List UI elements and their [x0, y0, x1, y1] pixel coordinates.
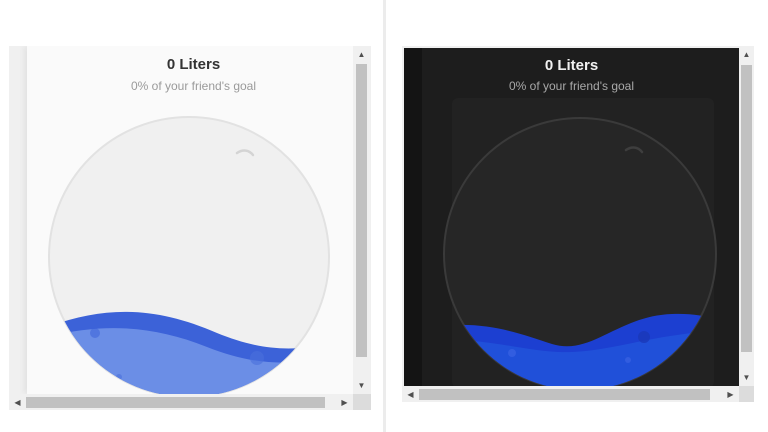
scroll-right-arrow-icon[interactable]: ▶ [722, 386, 739, 402]
water-bubble [250, 351, 264, 365]
dark-theme-frame: 0 Liters 0% of your friend's goal ▲ ▼ ◀ … [402, 46, 754, 402]
horizontal-scrollbar[interactable]: ◀ ▶ [9, 394, 353, 410]
water-bubble [90, 328, 100, 338]
scroll-down-arrow-icon[interactable]: ▼ [353, 377, 370, 394]
scrollbar-corner [353, 394, 371, 410]
light-content-area: 0 Liters 0% of your friend's goal [27, 46, 360, 394]
vertical-scrollbar[interactable]: ▲ ▼ [739, 46, 754, 386]
vertical-scroll-thumb[interactable] [741, 65, 752, 352]
water-bubble [508, 349, 516, 357]
liters-amount: 0 Liters [544, 57, 599, 74]
scroll-up-arrow-icon[interactable]: ▲ [738, 46, 754, 63]
light-theme-frame: 0 Liters 0% of your friend's goal ▲ ▼ ◀ … [9, 46, 371, 410]
water-bowl [443, 117, 717, 386]
water-bowl [48, 116, 330, 394]
dark-content-area: 0 Liters 0% of your friend's goal [404, 48, 739, 386]
water-bubble [625, 357, 631, 363]
horizontal-scroll-thumb[interactable] [26, 397, 325, 408]
liters-amount: 0 Liters [166, 56, 221, 73]
scrollbar-corner [739, 386, 754, 402]
vertical-scroll-thumb[interactable] [356, 64, 367, 357]
scroll-down-arrow-icon[interactable]: ▼ [738, 369, 754, 386]
horizontal-scrollbar[interactable]: ◀ ▶ [402, 386, 739, 402]
scroll-left-arrow-icon[interactable]: ◀ [402, 386, 419, 402]
scroll-right-arrow-icon[interactable]: ▶ [336, 394, 353, 410]
split-divider [383, 0, 386, 432]
water-bubble [638, 331, 650, 343]
horizontal-scroll-thumb[interactable] [419, 389, 710, 400]
scroll-up-arrow-icon[interactable]: ▲ [353, 46, 370, 63]
vertical-scrollbar[interactable]: ▲ ▼ [353, 46, 371, 394]
scroll-left-arrow-icon[interactable]: ◀ [9, 394, 26, 410]
goal-progress-text: 0% of your friend's goal [130, 79, 257, 93]
goal-progress-text: 0% of your friend's goal [508, 79, 635, 93]
dark-side-band [404, 48, 422, 386]
